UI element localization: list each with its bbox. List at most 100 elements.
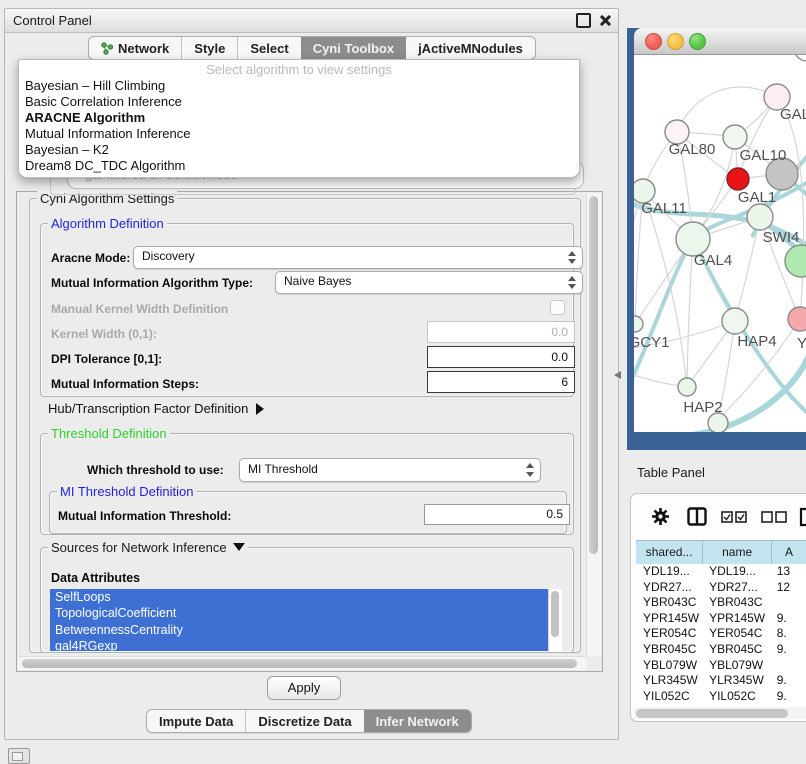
tab-select[interactable]: Select — [237, 37, 300, 59]
node-small-green[interactable] — [634, 316, 643, 332]
settings-vertical-scrollbar[interactable] — [586, 193, 601, 656]
table-cell: YBR045C — [636, 642, 702, 658]
tab-label: Network — [118, 41, 169, 56]
attributes-scrollbar[interactable] — [548, 589, 562, 651]
table-row[interactable]: YDR27...YDR27...12 — [636, 580, 806, 596]
table-header-row[interactable]: shared...nameA — [636, 540, 806, 565]
algorithm-option-aracne-algorithm[interactable]: ARACNE Algorithm — [19, 110, 579, 126]
bottom-tabbar: Impute DataDiscretize DataInfer Network — [146, 709, 472, 733]
tab-jactivemnodules[interactable]: jActiveMNodules — [406, 37, 535, 59]
network-canvas[interactable]: GALGAL80GAL10GAL1GAL11SWI4GAL4GCY1HAP4YH… — [634, 55, 806, 432]
kernel-width-input[interactable]: 0.0 — [427, 321, 575, 343]
algorithm-option-mutual-information-inference[interactable]: Mutual Information Inference — [19, 126, 579, 142]
algorithm-option-bayesian-hill-climbing[interactable]: Bayesian – Hill Climbing — [19, 78, 579, 94]
node-hap4[interactable] — [722, 308, 748, 334]
table-cell: 9. — [770, 611, 806, 627]
attribute-item-selfloops[interactable]: SelfLoops — [50, 589, 562, 605]
mi-steps-label: Mutual Information Steps: — [51, 377, 199, 391]
node-label-gal11: GAL11 — [641, 200, 687, 217]
node-label-hap4: HAP4 — [737, 333, 776, 350]
network-edge — [643, 191, 687, 387]
aracne-mode-label: Aracne Mode: — [51, 251, 130, 265]
mi-steps-input[interactable]: 6 — [427, 371, 575, 393]
table-horizontal-scrollbar[interactable] — [634, 707, 806, 719]
export-table-icon[interactable] — [799, 507, 806, 527]
dpi-tolerance-input[interactable]: 0.0 — [427, 346, 575, 368]
node-swi4[interactable] — [747, 204, 773, 230]
table-cell: YLR345W — [636, 673, 702, 689]
sources-group-title[interactable]: Sources for Network Inference — [48, 540, 248, 555]
close-window-icon[interactable] — [645, 33, 662, 50]
split-columns-icon[interactable] — [687, 507, 707, 526]
table-row[interactable]: YBL079WYBL079W — [636, 658, 806, 674]
table-row[interactable]: YLR345WYLR345W9. — [636, 673, 806, 689]
table-cell: YDL19... — [702, 564, 770, 580]
control-panel-window: Control Panel NetworkStyleSelectCyni Too… — [4, 8, 619, 740]
node-big-green[interactable] — [785, 245, 806, 277]
node-label-y: Y — [797, 335, 806, 352]
manual-kernel-checkbox[interactable] — [550, 300, 565, 315]
table-rows[interactable]: YDL19...YDL19...13YDR27...YDR27...12YBR0… — [636, 564, 806, 707]
table-cell: YIL052C — [702, 689, 770, 705]
hub-factor-section-toggle[interactable]: Hub/Transcription Factor Definition — [48, 401, 264, 416]
mi-algorithm-type-combo[interactable]: Naive Bayes — [275, 271, 583, 294]
attribute-item-betweennesscentrality[interactable]: BetweennessCentrality — [50, 622, 562, 638]
data-attributes-list[interactable]: SelfLoopsTopologicalCoefficientBetweenne… — [50, 589, 562, 651]
cyni-settings-scrollpane: Cyni Algorithm Settings Algorithm Defini… — [16, 191, 603, 672]
tab-network[interactable]: Network — [89, 37, 181, 59]
aracne-mode-combo[interactable]: Discovery — [133, 246, 583, 269]
checked-columns-icon[interactable] — [721, 511, 747, 523]
tab-impute-data[interactable]: Impute Data — [147, 710, 245, 732]
table-cell: YDL19... — [636, 564, 702, 580]
tab-label: Style — [194, 41, 225, 56]
table-row[interactable]: YER054CYER054C8. — [636, 626, 806, 642]
column-header-name[interactable]: name — [703, 541, 772, 564]
attribute-item-topologicalcoefficient[interactable]: TopologicalCoefficient — [50, 605, 562, 621]
node-label-hap2: HAP2 — [683, 399, 722, 416]
expanded-arrow-icon — [233, 543, 245, 551]
data-attributes-label: Data Attributes — [51, 571, 140, 585]
tab-style[interactable]: Style — [181, 37, 237, 59]
table-row[interactable]: YIL052CYIL052C9. — [636, 689, 806, 705]
algorithm-option-basic-correlation-inference[interactable]: Basic Correlation Inference — [19, 94, 579, 110]
table-cell: YIL052C — [636, 689, 702, 705]
node-label-gal: GAL — [780, 106, 806, 123]
algorithm-option-dream8-dc-tdc-algorithm[interactable]: Dream8 DC_TDC Algorithm — [19, 158, 579, 174]
mi-threshold-input[interactable]: 0.5 — [424, 504, 570, 525]
table-cell: 8. — [770, 626, 806, 642]
tab-cyni-toolbox[interactable]: Cyni Toolbox — [301, 37, 406, 59]
gear-icon[interactable] — [651, 507, 670, 526]
minimize-window-icon[interactable] — [667, 33, 684, 50]
settings-horizontal-scrollbar[interactable] — [18, 656, 586, 670]
float-window-button[interactable] — [576, 13, 591, 28]
column-header-shared[interactable]: shared... — [636, 541, 703, 564]
node-red[interactable] — [727, 168, 749, 190]
which-threshold-combo[interactable]: MI Threshold — [239, 458, 541, 482]
node-gal10[interactable] — [723, 125, 747, 149]
network-view-window[interactable]: GALGAL80GAL10GAL1GAL11SWI4GAL4GCY1HAP4YH… — [627, 28, 806, 450]
network-window-titlebar[interactable] — [634, 28, 806, 55]
tab-discretize-data[interactable]: Discretize Data — [245, 710, 363, 732]
column-header-a[interactable]: A — [772, 541, 806, 564]
close-panel-button[interactable] — [599, 14, 612, 27]
table-row[interactable]: YPR145WYPR145W9. — [636, 611, 806, 627]
node-pink[interactable] — [788, 307, 806, 331]
node-gal4[interactable] — [676, 222, 710, 256]
table-cell: YBR043C — [702, 595, 770, 611]
table-row[interactable]: YBR043CYBR043C — [636, 595, 806, 611]
node-partial-top[interactable] — [794, 55, 806, 61]
attribute-item-gal4rgexp[interactable]: gal4RGexp — [50, 638, 562, 651]
zoom-window-icon[interactable] — [689, 33, 706, 50]
unchecked-columns-icon[interactable] — [761, 511, 787, 523]
table-row[interactable]: YDL19...YDL19...13 — [636, 564, 806, 580]
node-label-gal80: GAL80 — [669, 141, 716, 158]
tab-infer-network[interactable]: Infer Network — [364, 710, 471, 732]
table-row[interactable]: YBR045CYBR045C9. — [636, 642, 806, 658]
manual-kernel-label: Manual Kernel Width Definition — [51, 302, 228, 316]
apply-button[interactable]: Apply — [267, 676, 341, 700]
network-graph: GALGAL80GAL10GAL1GAL11SWI4GAL4GCY1HAP4YH… — [634, 55, 806, 432]
node-hap2[interactable] — [678, 378, 696, 396]
kernel-width-label: Kernel Width (0,1): — [51, 327, 157, 341]
algorithm-option-bayesian-k2[interactable]: Bayesian – K2 — [19, 142, 579, 158]
table-cell: YDR27... — [702, 580, 770, 596]
